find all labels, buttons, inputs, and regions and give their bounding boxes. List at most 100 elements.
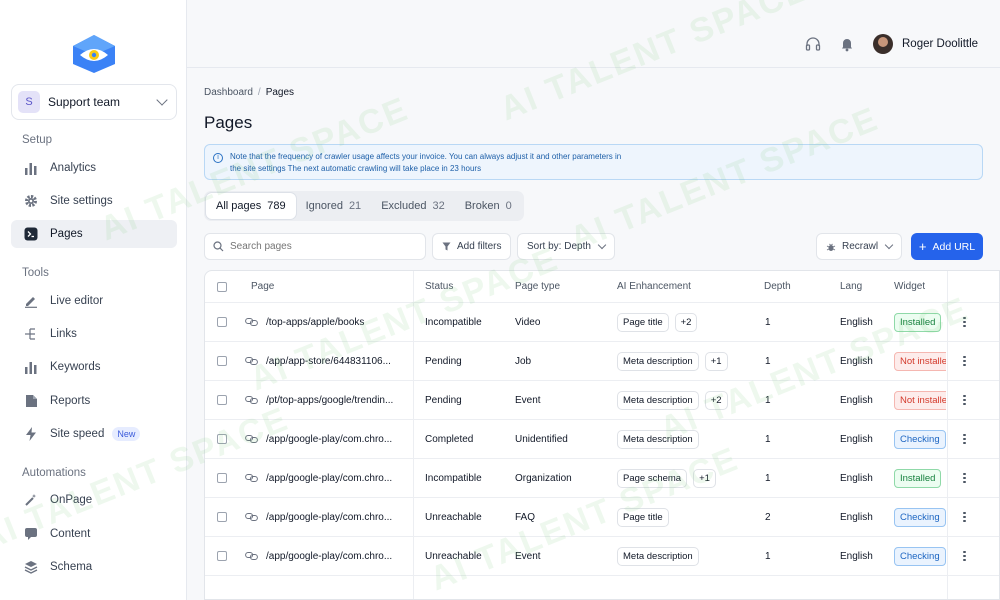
sidebar-item-site-settings[interactable]: Site settings <box>11 187 177 215</box>
sidebar-item-onpage[interactable]: OnPage <box>11 486 177 514</box>
tab-count: 789 <box>267 200 286 212</box>
table-row[interactable]: /pt/top-apps/google/trendin... Pending Eve… <box>205 381 999 420</box>
row-checkbox[interactable] <box>217 473 227 483</box>
bell-icon[interactable] <box>839 36 855 52</box>
add-filters-button[interactable]: Add filters <box>432 233 512 260</box>
ai-enhancement-chip[interactable]: Page title <box>617 312 669 332</box>
table-header-row: Page Status Page type AI Enhancement Dep… <box>205 271 999 303</box>
row-checkbox[interactable] <box>217 434 227 444</box>
tab-broken[interactable]: Broken 0 <box>455 193 522 219</box>
row-checkbox[interactable] <box>217 356 227 366</box>
more-options-icon[interactable] <box>963 471 966 485</box>
header-depth[interactable]: Depth <box>764 271 791 302</box>
header-widget[interactable]: Widget <box>894 271 925 302</box>
team-switcher[interactable]: S Support team <box>11 84 177 120</box>
ai-enhancement-more-chip[interactable]: +1 <box>704 351 728 371</box>
depth-value: 1 <box>765 316 771 328</box>
page-type: Event <box>515 394 541 406</box>
sidebar-item-pages[interactable]: Pages <box>11 220 177 248</box>
row-checkbox[interactable] <box>217 551 227 561</box>
main-content: Roger Doolittle Dashboard / Pages Pages i … <box>187 0 1000 600</box>
table-row[interactable]: /top-apps/apple/books Incompatible Video Pa… <box>205 303 999 342</box>
tab-all-pages[interactable]: All pages 789 <box>206 193 296 219</box>
table-row[interactable]: /app/google-play/com.chro... Unreachable E… <box>205 537 999 576</box>
page-type: Organization <box>515 472 572 484</box>
page-url[interactable]: /app/google-play/com.chro... <box>266 551 392 562</box>
lightning-icon <box>23 426 39 442</box>
sidebar-item-analytics[interactable]: Analytics <box>11 154 177 182</box>
more-options-icon[interactable] <box>963 315 966 329</box>
page-url[interactable]: /top-apps/apple/books <box>266 317 364 328</box>
tab-count: 0 <box>505 200 512 212</box>
sidebar-item-keywords[interactable]: Keywords <box>11 353 177 381</box>
table-row[interactable]: /app/app-store/644831106... Pending Job Met… <box>205 342 999 381</box>
tab-label: Excluded <box>381 200 427 212</box>
sidebar-item-content[interactable]: Content <box>11 520 177 548</box>
breadcrumb-dashboard[interactable]: Dashboard <box>204 87 253 98</box>
table-row[interactable]: /app/google-play/com.chro... Completed Uni… <box>205 420 999 459</box>
link-icon <box>245 396 258 404</box>
more-options-icon[interactable] <box>963 393 966 407</box>
ai-enhancement-more-chip[interactable]: +1 <box>693 468 716 488</box>
sidebar-item-schema[interactable]: Schema <box>11 553 177 581</box>
depth-value: 1 <box>765 472 771 484</box>
status-text: Completed <box>425 433 474 445</box>
sidebar-item-live-editor[interactable]: Live editor <box>11 287 177 315</box>
ai-enhancement-more-chip[interactable]: +2 <box>704 390 728 410</box>
link-icon <box>245 435 258 443</box>
ai-enhancement-more-chip[interactable]: +2 <box>674 312 698 332</box>
depth-value: 1 <box>765 394 771 406</box>
header-page[interactable]: Page <box>251 271 274 302</box>
more-options-icon[interactable] <box>963 549 966 563</box>
user-menu[interactable]: Roger Doolittle <box>873 34 978 54</box>
link-icon <box>245 474 258 482</box>
sort-value: Depth <box>564 241 591 252</box>
tab-bar: All pages 789 Ignored 21 Excluded 32 Broken… <box>204 191 524 221</box>
avatar <box>873 34 893 54</box>
ai-enhancement-chip[interactable]: Meta description <box>617 546 699 566</box>
table-row[interactable]: /app/google-play/com.chro... Incompatible… <box>205 459 999 498</box>
table-row[interactable]: /app/google-play/com.chro... Unreachable F… <box>205 498 999 537</box>
bug-icon <box>826 243 836 251</box>
ai-enhancement-chip[interactable]: Meta description <box>617 429 699 449</box>
more-options-icon[interactable] <box>963 354 966 368</box>
header-lang[interactable]: Lang <box>840 271 862 302</box>
page-url[interactable]: /app/google-play/com.chro... <box>266 473 392 484</box>
widget-status-badge: Checking <box>894 546 946 566</box>
sidebar-item-site-speed[interactable]: Site speed New <box>11 420 177 448</box>
row-checkbox[interactable] <box>217 395 227 405</box>
add-url-button[interactable]: + Add URL <box>911 233 983 260</box>
page-type: FAQ <box>515 511 536 523</box>
page-url[interactable]: /app/app-store/644831106... <box>266 356 391 367</box>
recrawl-button[interactable]: Recrawl <box>816 233 903 260</box>
widget-status-badge: Not installed <box>894 390 946 410</box>
select-all-checkbox[interactable] <box>217 281 227 292</box>
more-options-icon[interactable] <box>963 510 966 524</box>
sidebar-item-label: Site speed <box>50 428 105 440</box>
ai-enhancement-chip[interactable]: Page schema <box>617 468 688 488</box>
app-logo-icon[interactable] <box>70 33 118 75</box>
chevron-down-icon <box>156 94 168 106</box>
sidebar-item-reports[interactable]: Reports <box>11 387 177 415</box>
search-input[interactable] <box>230 241 410 252</box>
sidebar-item-links[interactable]: Links <box>11 320 177 348</box>
link-icon <box>245 513 258 521</box>
row-checkbox[interactable] <box>217 317 227 327</box>
headset-icon[interactable] <box>805 36 821 52</box>
sidebar: S Support team Setup Analytics Site sett… <box>0 0 187 600</box>
page-url[interactable]: /pt/top-apps/google/trendin... <box>266 395 393 406</box>
ai-enhancement-chip[interactable]: Meta description <box>617 390 699 410</box>
page-url[interactable]: /app/google-play/com.chro... <box>266 434 392 445</box>
header-page-type[interactable]: Page type <box>515 271 560 302</box>
row-checkbox[interactable] <box>217 512 227 522</box>
more-options-icon[interactable] <box>963 432 966 446</box>
tab-excluded[interactable]: Excluded 32 <box>371 193 455 219</box>
tab-ignored[interactable]: Ignored 21 <box>296 193 372 219</box>
ai-enhancement-chip[interactable]: Page title <box>617 507 669 527</box>
page-type: Unidentified <box>515 433 568 445</box>
header-ai-enhancement[interactable]: AI Enhancement <box>617 271 691 302</box>
ai-enhancement-chip[interactable]: Meta description <box>617 351 699 371</box>
sort-select[interactable]: Sort by: Depth <box>517 233 615 260</box>
page-url[interactable]: /app/google-play/com.chro... <box>266 512 392 523</box>
header-status[interactable]: Status <box>425 271 453 302</box>
